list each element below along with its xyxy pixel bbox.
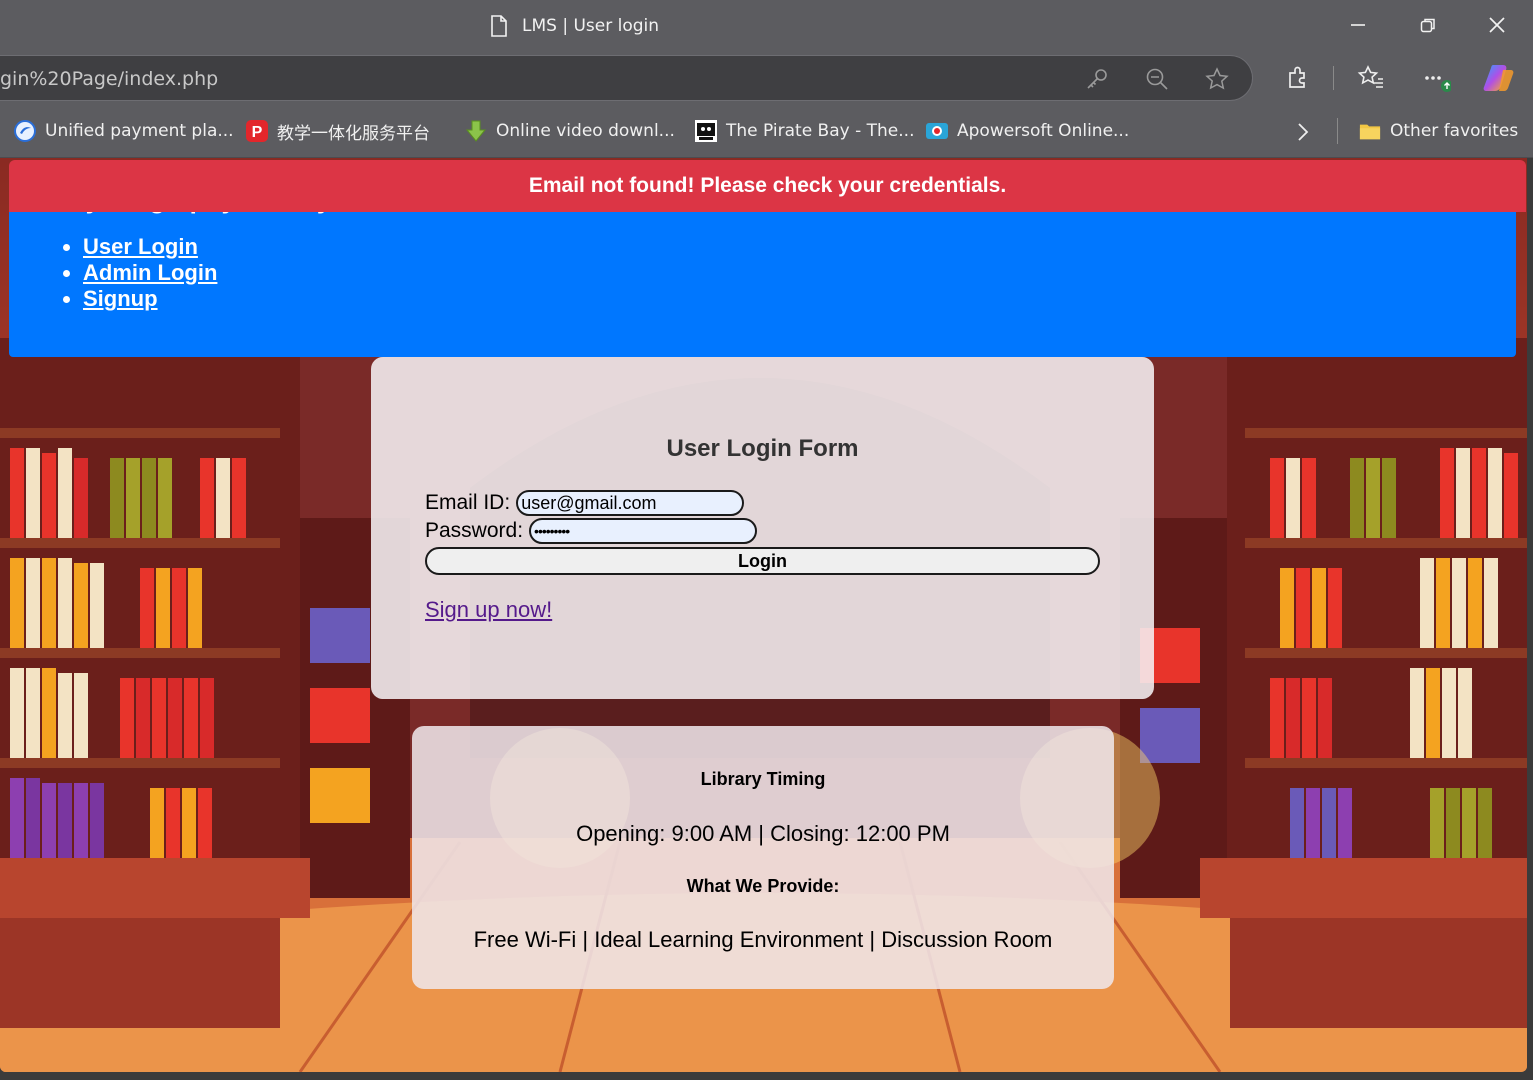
page-viewport: Email not found! Please check your crede… <box>0 158 1527 1072</box>
close-icon <box>1489 17 1505 33</box>
extensions-icon[interactable] <box>1284 64 1312 92</box>
favorites-icon[interactable] <box>1357 64 1385 92</box>
browser-titlebar: LMS | User login <box>0 0 1533 52</box>
nav-item-signup: Signup <box>83 286 217 312</box>
page-icon <box>491 15 507 37</box>
chevron-right-icon[interactable] <box>1294 122 1312 142</box>
password-row: Password: ••••••••• <box>425 518 758 544</box>
email-field[interactable]: user@gmail.com <box>516 490 745 516</box>
email-row: Email ID: user@gmail.com <box>425 490 745 516</box>
favorite-item[interactable]: The Pirate Bay - The... <box>695 118 914 144</box>
info-card: Library Timing Opening: 9:00 AM | Closin… <box>412 726 1114 989</box>
apowersoft-icon <box>926 123 948 139</box>
favorite-item[interactable]: Apowersoft Online... <box>926 118 1129 144</box>
favorite-item[interactable]: Unified payment pla... <box>14 118 234 144</box>
favorite-item[interactable]: Online video downl... <box>465 118 675 144</box>
login-button[interactable]: Login <box>425 547 1100 575</box>
minimize-icon <box>1351 24 1365 26</box>
folder-icon <box>1359 124 1381 140</box>
minimize-button[interactable] <box>1338 8 1378 42</box>
p-logo-icon: P <box>246 120 268 142</box>
main-nav: User Login Admin Login Signup <box>83 234 217 312</box>
more-options-icon[interactable] <box>1423 64 1451 92</box>
browser-tab[interactable]: LMS | User login <box>490 12 659 40</box>
toolbar-divider <box>1333 66 1334 90</box>
signup-nav-link[interactable]: Signup <box>83 286 158 311</box>
address-bar[interactable]: gin%20Page/index.php <box>0 55 1253 101</box>
pirate-bay-icon <box>695 120 717 142</box>
favorite-item[interactable]: P 教学一体化服务平台 <box>246 118 430 144</box>
signup-now-link[interactable]: Sign up now! <box>425 597 552 623</box>
nav-item-user-login: User Login <box>83 234 217 260</box>
favbar-divider <box>1337 118 1338 144</box>
user-login-link[interactable]: User Login <box>83 234 198 259</box>
what-we-provide-text: Free Wi-Fi | Ideal Learning Environment … <box>473 927 1053 952</box>
library-timing-heading: Library Timing <box>700 769 826 789</box>
favorites-bar: Unified payment pla... P 教学一体化服务平台 Onlin… <box>0 106 1533 158</box>
login-form-title: User Login Form <box>666 435 859 462</box>
library-timing-text: Opening: 9:00 AM | Closing: 12:00 PM <box>576 821 950 846</box>
favorite-star-icon[interactable] <box>1205 67 1229 91</box>
site-header: My Biography Library User Login Admin Lo… <box>9 198 1516 357</box>
admin-login-link[interactable]: Admin Login <box>83 260 217 285</box>
url-text[interactable]: gin%20Page/index.php <box>0 68 218 90</box>
zoom-out-icon[interactable] <box>1145 67 1169 91</box>
error-alert: Email not found! Please check your crede… <box>9 160 1526 212</box>
key-icon[interactable] <box>1085 67 1109 91</box>
other-favorites[interactable]: Other favorites <box>1359 118 1518 144</box>
tab-title: LMS | User login <box>522 16 660 36</box>
address-row: gin%20Page/index.php <box>0 52 1533 106</box>
close-window-button[interactable] <box>1477 8 1517 42</box>
password-field[interactable]: ••••••••• <box>529 518 758 544</box>
login-card: User Login Form Email ID: user@gmail.com… <box>371 357 1154 699</box>
svg-text:P: P <box>252 124 263 141</box>
unified-payment-icon <box>14 120 36 142</box>
copilot-icon[interactable] <box>1483 62 1515 94</box>
restore-button[interactable] <box>1408 8 1448 42</box>
restore-icon <box>1420 18 1435 33</box>
password-label: Password: <box>425 519 524 542</box>
email-label: Email ID: <box>425 491 511 514</box>
what-we-provide-heading: What We Provide: <box>686 876 840 896</box>
window-bottom-edge <box>0 1072 1533 1080</box>
download-arrow-icon <box>465 120 487 142</box>
nav-item-admin-login: Admin Login <box>83 260 217 286</box>
